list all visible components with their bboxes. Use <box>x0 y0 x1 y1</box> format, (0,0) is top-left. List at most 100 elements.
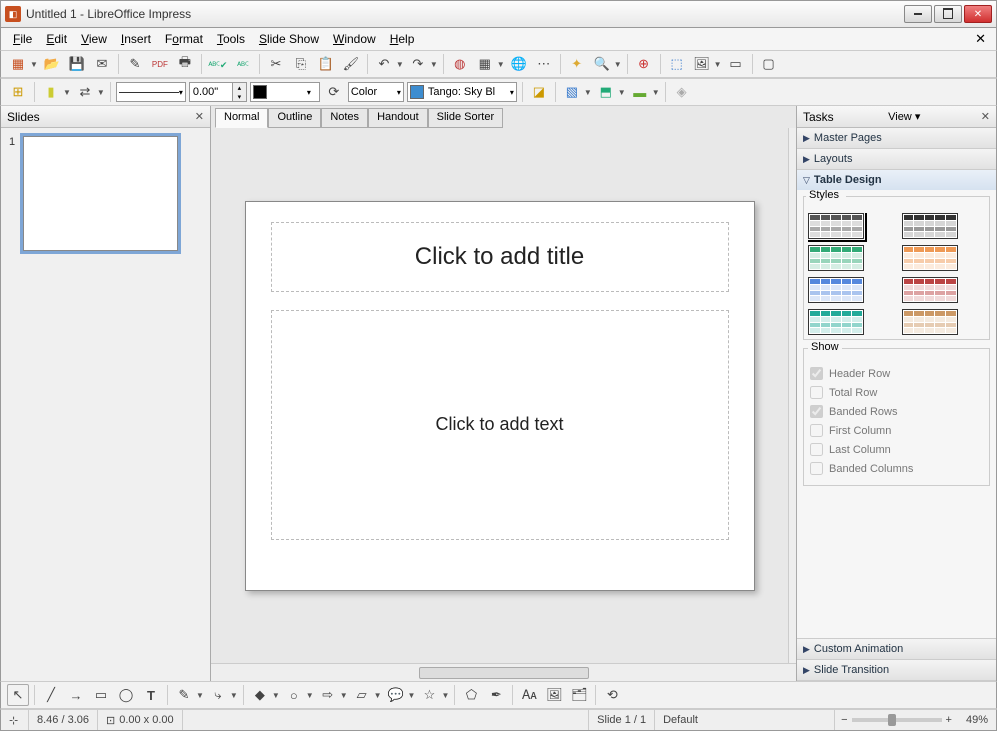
from-file-tool[interactable]: 🖼 <box>543 684 565 706</box>
print-button[interactable]: 🖶 <box>174 53 196 75</box>
menu-edit[interactable]: Edit <box>40 30 73 48</box>
chart-button[interactable]: ◍ <box>449 53 471 75</box>
highlight-button[interactable]: ▮ <box>40 81 62 103</box>
menu-slideshow[interactable]: Slide Show <box>253 30 325 48</box>
table-style-swatch[interactable] <box>902 245 958 271</box>
undo-button[interactable]: ↶ <box>373 53 395 75</box>
navigator-dots-icon[interactable]: ⋯ <box>533 53 555 75</box>
show-option[interactable]: Header Row <box>810 367 983 380</box>
format-paint-button[interactable]: 🖌 <box>340 53 362 75</box>
show-option[interactable]: Last Column <box>810 443 983 456</box>
tab-notes[interactable]: Notes <box>321 108 368 128</box>
checkbox[interactable] <box>810 424 823 437</box>
slide-thumb-item[interactable]: 1 <box>9 136 202 251</box>
text-tool[interactable]: T <box>140 684 162 706</box>
arrow-tool[interactable]: → <box>65 684 87 706</box>
menu-format[interactable]: Format <box>159 30 209 48</box>
menubar-close-icon[interactable]: ✕ <box>971 31 990 47</box>
fill-type-select[interactable]: Color▾ <box>348 82 404 102</box>
show-option[interactable]: Total Row <box>810 386 983 399</box>
slide-canvas[interactable]: Click to add title Click to add text <box>245 201 755 591</box>
extrusion-button[interactable]: ◈ <box>671 81 693 103</box>
spin-down[interactable]: ▾ <box>232 92 246 101</box>
body-placeholder[interactable]: Click to add text <box>271 310 729 540</box>
tasks-panel-close-icon[interactable]: ✕ <box>981 110 990 123</box>
canvas-area[interactable]: Click to add title Click to add text <box>211 128 788 663</box>
checkbox[interactable] <box>810 405 823 418</box>
menu-insert[interactable]: Insert <box>115 30 157 48</box>
zoom-knob[interactable] <box>888 714 896 726</box>
star-button[interactable]: ✦ <box>566 53 588 75</box>
close-button[interactable] <box>964 5 992 23</box>
table-style-swatch[interactable] <box>902 277 958 303</box>
arrowstyle-button[interactable]: ⇄ <box>74 81 96 103</box>
grid-button[interactable]: ⊞ <box>7 81 29 103</box>
table-style-swatch[interactable] <box>808 309 864 335</box>
table-style-swatch[interactable] <box>902 309 958 335</box>
zoom-button[interactable]: 🔍 <box>591 53 613 75</box>
ellipse-tool[interactable]: ◯ <box>115 684 137 706</box>
slides-panel-close-icon[interactable]: ✕ <box>195 110 204 123</box>
section-custom-animation[interactable]: ▶Custom Animation <box>797 639 996 659</box>
menu-file[interactable]: File <box>7 30 38 48</box>
arrange-button[interactable]: ▧ <box>561 81 583 103</box>
menu-view[interactable]: View <box>75 30 113 48</box>
presentation-button[interactable]: ▢ <box>758 53 780 75</box>
vertical-splitter[interactable] <box>788 128 796 663</box>
rect-tool[interactable]: ▭ <box>90 684 112 706</box>
connector-tool[interactable]: ⤷ <box>207 684 229 706</box>
table-style-swatch[interactable] <box>808 213 864 239</box>
help-button[interactable]: ⊕ <box>633 53 655 75</box>
tab-slidesorter[interactable]: Slide Sorter <box>428 108 503 128</box>
table-button[interactable]: ▦ <box>474 53 496 75</box>
align-button[interactable]: ⬒ <box>595 81 617 103</box>
stars-tool[interactable]: ☆ <box>418 684 440 706</box>
checkbox[interactable] <box>810 386 823 399</box>
menu-tools[interactable]: Tools <box>211 30 251 48</box>
symbol-shapes-tool[interactable]: ○ <box>283 684 305 706</box>
line-width-input[interactable] <box>190 86 232 98</box>
zoom-out-icon[interactable]: − <box>841 714 847 726</box>
table-style-swatch[interactable] <box>808 277 864 303</box>
show-option[interactable]: First Column <box>810 424 983 437</box>
hyperlink-button[interactable]: 🌐 <box>508 53 530 75</box>
tab-normal[interactable]: Normal <box>215 108 268 128</box>
maximize-button[interactable] <box>934 5 962 23</box>
zoom-value[interactable]: 49% <box>958 710 996 730</box>
redo-button[interactable]: ↷ <box>407 53 429 75</box>
points-tool[interactable]: ⬠ <box>460 684 482 706</box>
horizontal-scrollbar[interactable] <box>211 663 796 681</box>
section-table-design[interactable]: ▽Table Design <box>797 170 996 190</box>
slide-thumbnail[interactable] <box>23 136 178 251</box>
gallery-button[interactable]: ⬚ <box>666 53 688 75</box>
block-arrows-tool[interactable]: ⇨ <box>317 684 339 706</box>
flowchart-tool[interactable]: ▱ <box>351 684 373 706</box>
new-doc-button[interactable]: ▦ <box>7 53 29 75</box>
glue-tool[interactable]: ✒ <box>485 684 507 706</box>
checkbox[interactable] <box>810 443 823 456</box>
slides-list[interactable]: 1 <box>1 128 210 681</box>
callout-tool[interactable]: 💬 <box>385 684 407 706</box>
line-style-select[interactable]: ▾ <box>116 82 186 102</box>
fontwork-tool[interactable]: 🗛 <box>518 684 540 706</box>
export-pdf-button[interactable]: PDF <box>149 53 171 75</box>
rotate-tool[interactable]: ⟲ <box>601 684 623 706</box>
scrollbar-thumb[interactable] <box>419 667 589 679</box>
show-option[interactable]: Banded Rows <box>810 405 983 418</box>
table-style-swatch[interactable] <box>902 213 958 239</box>
section-master-pages[interactable]: ▶Master Pages <box>797 128 996 148</box>
open-button[interactable]: 📂 <box>41 53 63 75</box>
section-slide-transition[interactable]: ▶Slide Transition <box>797 660 996 680</box>
line-color-select[interactable]: ▾ <box>250 82 320 102</box>
email-button[interactable]: ✉ <box>91 53 113 75</box>
edit-button[interactable]: ✎ <box>124 53 146 75</box>
insert-slide-button[interactable]: ▭ <box>725 53 747 75</box>
insert-image-button[interactable]: 🖼 <box>691 53 713 75</box>
minimize-button[interactable] <box>904 5 932 23</box>
zoom-control[interactable]: − + <box>835 714 958 726</box>
tab-handout[interactable]: Handout <box>368 108 428 128</box>
copy-button[interactable]: ⎘ <box>290 53 312 75</box>
fill-color-select[interactable]: Tango: Sky Bl ▾ <box>407 82 517 102</box>
line-width-spinner[interactable]: ▴▾ <box>189 82 247 102</box>
line-tool[interactable]: ╱ <box>40 684 62 706</box>
